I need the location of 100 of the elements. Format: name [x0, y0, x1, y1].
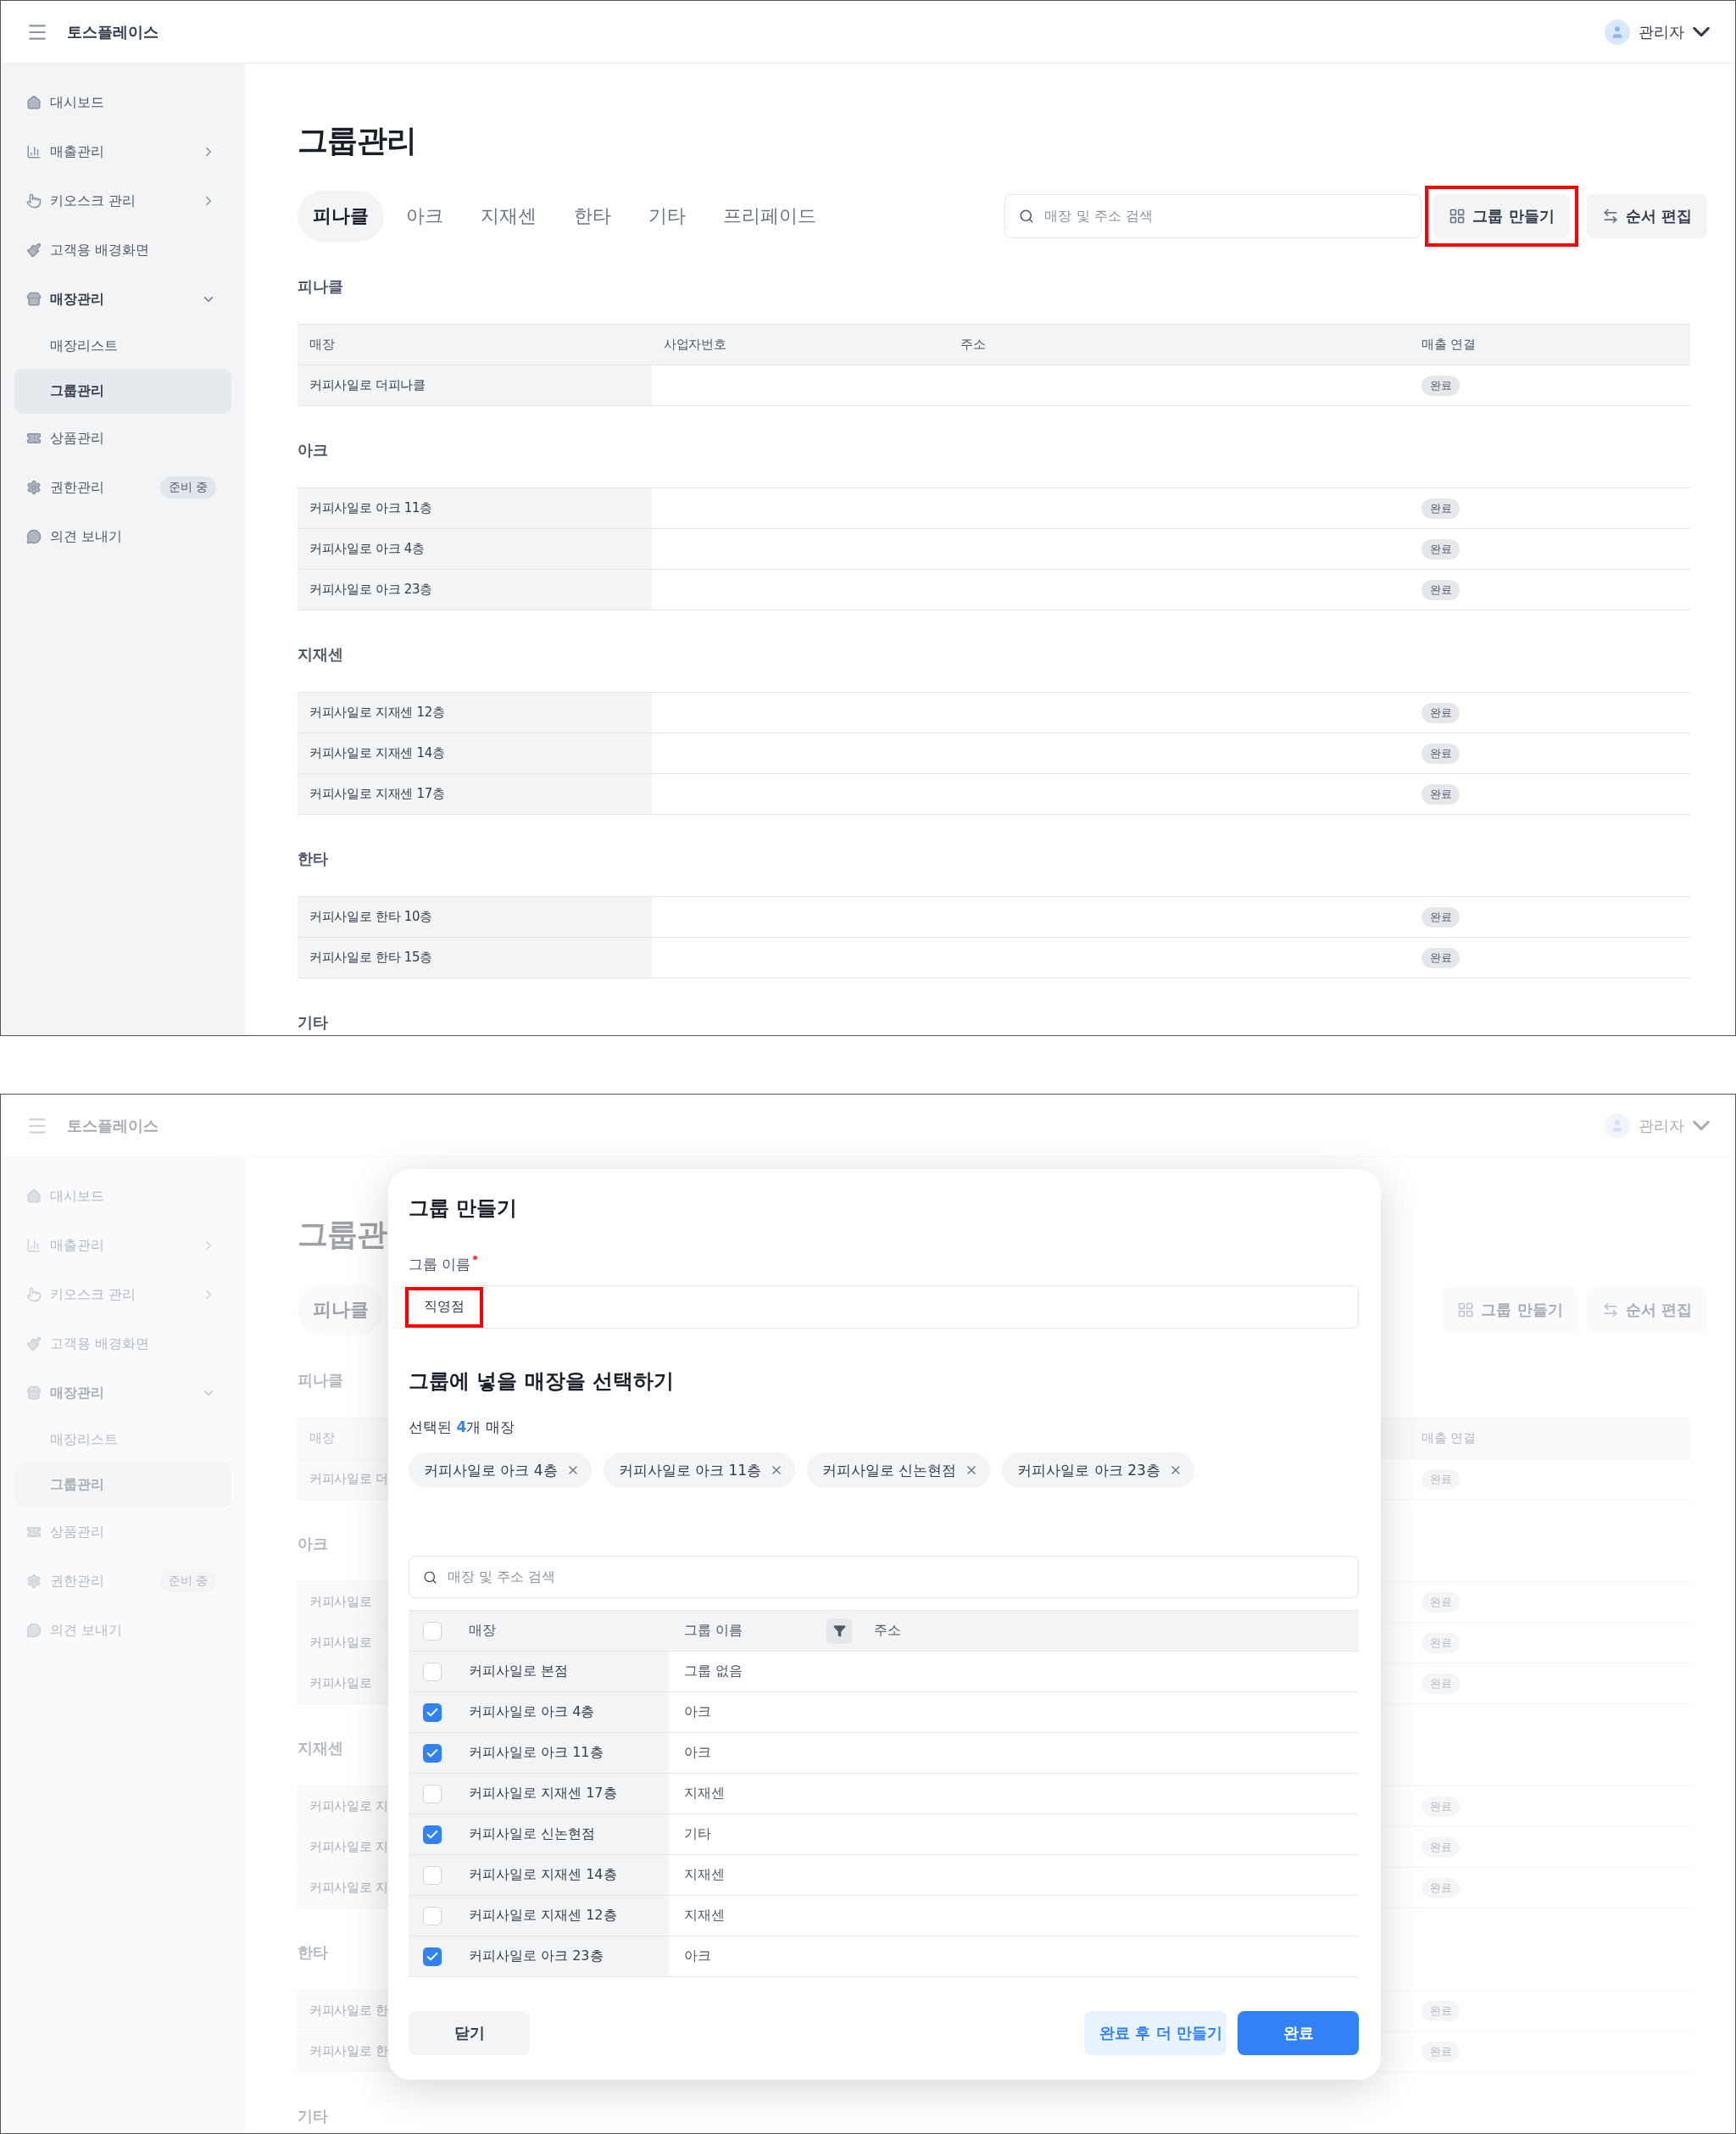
- status-badge: 완료: [1422, 498, 1461, 519]
- status-badge: 완료: [1422, 375, 1461, 396]
- table-cell-text: 아크: [683, 1947, 712, 1965]
- store-name: 커피사일로 한: [309, 2043, 388, 2059]
- reorder-button[interactable]: 순서 편집: [1586, 194, 1707, 238]
- store-name: 커피사일로: [309, 1675, 372, 1691]
- group-heading: 피나클: [298, 276, 343, 297]
- home-icon: [26, 95, 42, 110]
- table-cell: 커피사일로 지재센 17층: [456, 1774, 669, 1814]
- sidebar-item[interactable]: 고객용 배경화면: [14, 226, 231, 275]
- sidebar-item[interactable]: 의견 보내기: [14, 512, 231, 561]
- chevron-down-icon: [1693, 27, 1710, 36]
- brand-name: 토스플레이스: [67, 21, 159, 42]
- chat-bubble-icon: [26, 529, 42, 544]
- group-heading: 아크: [298, 1534, 328, 1554]
- table-cell-text: 지재센: [683, 1865, 726, 1884]
- status-badge: 완료: [1422, 579, 1461, 600]
- status-badge: 완료: [1422, 1877, 1461, 1898]
- status-badge: 완료: [1422, 783, 1461, 805]
- store-name: 커피사일로 한타 15층: [309, 950, 433, 966]
- page-title: 그룹관: [298, 1216, 388, 1253]
- status-badge: 완료: [1422, 1836, 1461, 1858]
- group-tab[interactable]: 지재센: [465, 191, 552, 242]
- group-heading: 지재센: [298, 1738, 343, 1758]
- group-tab[interactable]: 한타: [559, 191, 626, 242]
- store-name: 커피사일로 더피나클: [309, 377, 426, 393]
- group-tab[interactable]: 아크: [391, 191, 459, 242]
- sidebar-subitem[interactable]: 그룹관리: [14, 369, 231, 414]
- status-badge: 완료: [1422, 906, 1461, 928]
- store-chip[interactable]: 커피사일로 아크 4층: [409, 1452, 592, 1488]
- group-grid-icon: [1449, 208, 1466, 225]
- brush-icon: [26, 1336, 42, 1351]
- store-chip[interactable]: 커피사일로 신논현점: [807, 1452, 991, 1488]
- close-button[interactable]: 닫기: [409, 2011, 530, 2055]
- sidebar-item[interactable]: 매장관리: [14, 275, 231, 324]
- store-chip[interactable]: 커피사일로 아크 11층: [603, 1452, 796, 1488]
- confirm-and-continue-button[interactable]: 완료 후 더 만들기: [1084, 2011, 1227, 2055]
- store-name: 커피사일로 아크 4층: [309, 541, 425, 557]
- store-name: 커피사일로: [309, 1635, 372, 1651]
- checkbox[interactable]: [423, 1784, 442, 1803]
- group-tab[interactable]: 피나클: [298, 1284, 384, 1335]
- checkbox[interactable]: [423, 1743, 442, 1763]
- user-menu[interactable]: 관리자: [1605, 19, 1710, 45]
- table-cell: 커피사일로 아크 4층: [456, 1692, 669, 1732]
- sidebar-item[interactable]: 매출관리: [14, 127, 231, 176]
- search-field[interactable]: 매장 및 주소 검색: [409, 1556, 1359, 1598]
- checkbox[interactable]: [423, 1906, 442, 1925]
- column-header: 주소: [873, 1621, 902, 1640]
- table-cell: 커피사일로 신논현점: [456, 1814, 669, 1854]
- group-tab[interactable]: 피나클: [298, 191, 384, 242]
- column-header: 매장: [309, 1430, 335, 1446]
- group-heading: 지재센: [298, 644, 343, 665]
- table-cell-text: 아크: [683, 1743, 712, 1762]
- column-header: 그룹 이름: [684, 1622, 743, 1640]
- store-name: 커피사일로: [309, 1594, 372, 1610]
- chat-bubble-icon: [26, 1623, 42, 1638]
- checkbox[interactable]: [423, 1621, 442, 1641]
- sidebar-item[interactable]: 키오스크 관리: [14, 176, 231, 226]
- sidebar-item[interactable]: 상품관리: [14, 414, 231, 463]
- group-tab[interactable]: 기타: [633, 191, 701, 242]
- search-field[interactable]: 매장 및 주소 검색: [1004, 194, 1422, 238]
- filter-button[interactable]: [826, 1618, 852, 1644]
- ticket-icon: [26, 431, 42, 446]
- group-grid-icon: [1457, 1301, 1475, 1318]
- column-header: 매장: [309, 337, 335, 353]
- checkbox[interactable]: [423, 1947, 442, 1966]
- table-cell: 커피사일로 본점: [456, 1652, 669, 1691]
- group-heading: 기타: [298, 2106, 328, 2126]
- store-name: 커피사일로 더: [309, 1471, 388, 1487]
- store-name: 커피사일로 지재센 17층: [309, 786, 445, 802]
- table-cell: 커피사일로 아크 11층: [456, 1733, 669, 1773]
- table-cell-text: 그룹 없음: [683, 1662, 744, 1680]
- column-header: 주소: [960, 337, 986, 353]
- avatar-icon: [1605, 19, 1630, 45]
- sidebar-item[interactable]: 대시보드: [14, 78, 231, 127]
- sidebar-subitem[interactable]: 매장리스트: [14, 324, 231, 369]
- bar-chart-icon: [26, 144, 42, 159]
- status-badge: 완료: [1422, 538, 1461, 560]
- sidebar-item[interactable]: 권한관리 준비 중: [14, 463, 231, 512]
- column-header: 매장: [468, 1621, 497, 1640]
- store-name: 커피사일로 한: [309, 2003, 388, 2019]
- hand-pointer-icon: [26, 193, 42, 209]
- checkbox[interactable]: [423, 1865, 442, 1885]
- checkbox[interactable]: [423, 1662, 442, 1681]
- table-cell-text: 기타: [683, 1825, 712, 1843]
- column-header: 매출 연결: [1422, 1430, 1476, 1446]
- table-cell-text: 아크: [683, 1702, 712, 1721]
- status-badge: 준비 중: [159, 476, 216, 499]
- confirm-button[interactable]: 완료: [1238, 2011, 1359, 2055]
- store-chip[interactable]: 커피사일로 아크 23층: [1002, 1452, 1194, 1488]
- create-group-button[interactable]: 그룹 만들기: [1433, 194, 1570, 238]
- table-cell: 커피사일로 지재센 12층: [456, 1896, 669, 1936]
- group-heading: 아크: [298, 440, 328, 460]
- store-name: 커피사일로 지: [309, 1798, 388, 1814]
- status-badge: 준비 중: [159, 1570, 216, 1592]
- group-heading: 피나클: [298, 1370, 343, 1390]
- checkbox[interactable]: [423, 1825, 442, 1844]
- checkbox[interactable]: [423, 1702, 442, 1722]
- store-name: 커피사일로 지: [309, 1839, 388, 1855]
- group-tab[interactable]: 프리페이드: [708, 191, 832, 242]
